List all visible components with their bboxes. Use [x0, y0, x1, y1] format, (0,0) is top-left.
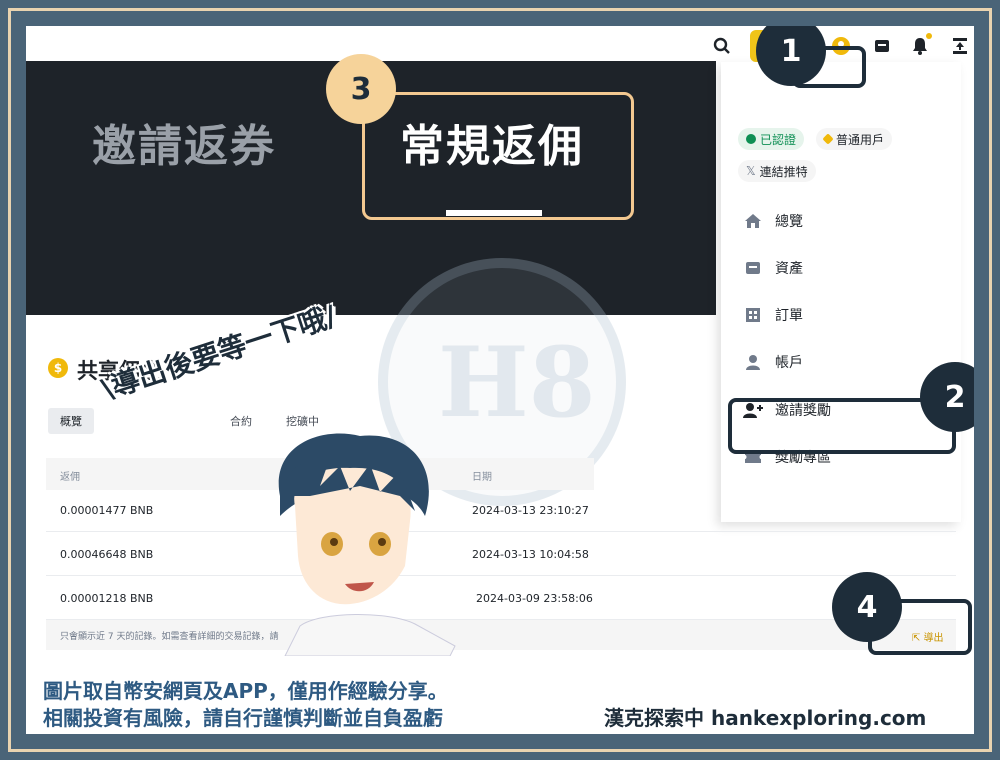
subtab-overview[interactable]: 概覽 [48, 408, 94, 434]
menu-item-label: 帳戶 [775, 355, 803, 371]
search-icon[interactable] [712, 36, 732, 56]
check-icon [746, 134, 756, 144]
menu-item-overview[interactable]: 總覽 [743, 209, 953, 233]
menu-item-orders[interactable]: 訂單 [743, 303, 953, 327]
cell-amount: 0.00001218 BNB [60, 592, 154, 605]
column-header-amount: 返佣 [60, 472, 80, 483]
screenshot-panel: 邀請返券 常規返佣 H8 已認證 普通用戶 𝕏 連結推特 總覽 資產 訂單 帳戶… [26, 26, 974, 734]
bell-icon[interactable] [910, 36, 930, 56]
menu-item-assets[interactable]: 資產 [743, 256, 953, 280]
dollar-coin-icon: $ [48, 358, 68, 378]
download-icon[interactable] [950, 36, 970, 56]
disclaimer-line-2: 相關投資有風險，請自行謹慎判斷並自負盈虧 [43, 706, 443, 730]
home-icon [743, 212, 763, 230]
disclaimer-line-1: 圖片取自幣安網頁及APP，僅用作經驗分享。 [43, 679, 448, 703]
highlight-regular-tab [362, 92, 634, 220]
cell-date: 2024-03-13 23:10:27 [472, 504, 589, 517]
cell-amount: 0.00046648 BNB [60, 548, 154, 561]
person-icon [743, 353, 763, 371]
menu-item-label: 訂單 [775, 308, 803, 324]
table-row: 0.00001477 BNB 2024-03-13 23:10:27 [46, 488, 956, 532]
menu-item-account[interactable]: 帳戶 [743, 350, 953, 374]
account-type-label: 普通用戶 [836, 132, 885, 147]
notification-dot [926, 33, 932, 39]
step-4-marker: 4 [832, 572, 902, 642]
account-type-badge: 普通用戶 [816, 128, 893, 150]
wallet-icon[interactable] [872, 36, 892, 56]
verified-label: 已認證 [760, 132, 797, 147]
table-row: 0.00046648 BNB 2024-03-13 10:04:58 [46, 532, 956, 576]
records-footer: 只會顯示近 7 天的記錄。如需查看詳細的交易記錄，請 ⇱ 導出 [46, 620, 956, 650]
link-x-label: 連結推特 [759, 164, 808, 179]
diamond-icon [822, 133, 834, 145]
verified-badge: 已認證 [738, 128, 805, 150]
wallet-icon [743, 259, 763, 277]
orders-icon [743, 306, 763, 324]
cell-date: 2024-03-13 10:04:58 [472, 548, 589, 561]
tab-invite-coupon[interactable]: 邀請返券 [92, 110, 276, 174]
cell-amount: 0.00001477 BNB [60, 504, 154, 517]
character-illustration [278, 433, 456, 656]
menu-item-label: 總覽 [775, 214, 803, 230]
column-header-date: 日期 [472, 472, 492, 483]
table-row: 0.00001218 BNB 2024-03-09 23:58:06 [46, 576, 956, 620]
brand-credit: 漢克探索中 hankexploring.com [604, 706, 927, 730]
watermark-logo: H8 [438, 326, 596, 439]
step-3-marker: 3 [326, 54, 396, 124]
link-x-button[interactable]: 𝕏 連結推特 [738, 160, 816, 182]
menu-item-label: 資產 [775, 261, 803, 277]
cell-date: 2024-03-09 23:58:06 [476, 592, 593, 605]
x-logo-icon: 𝕏 [746, 164, 756, 178]
